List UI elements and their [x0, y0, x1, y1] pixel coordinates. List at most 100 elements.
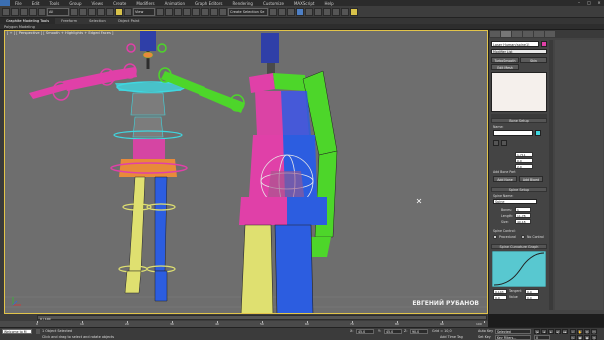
- schematic-view-icon[interactable]: [314, 7, 322, 16]
- menu-create[interactable]: Create: [108, 1, 131, 6]
- z-coordinate-field[interactable]: 90.0: [410, 329, 428, 334]
- window-crossing-icon[interactable]: [97, 7, 105, 16]
- render-setup-icon[interactable]: [332, 7, 340, 16]
- back-pelvis[interactable]: [119, 159, 177, 177]
- front-left-leg[interactable]: [240, 224, 274, 314]
- time-config-icon[interactable]: ◷: [591, 335, 597, 340]
- command-panel-scrollbar[interactable]: [549, 40, 553, 310]
- object-name-field[interactable]: Laser Human(spine1): [491, 41, 539, 47]
- x-coordinate-field[interactable]: 45.0: [356, 329, 374, 334]
- percent-snap-icon[interactable]: [201, 7, 209, 16]
- menu-help[interactable]: Help: [319, 1, 338, 6]
- orbit-icon[interactable]: ◎: [584, 329, 590, 334]
- graph-value-2[interactable]: 0.0: [525, 289, 539, 294]
- goto-start-icon[interactable]: |◂: [534, 329, 540, 334]
- bone-color-swatch[interactable]: [535, 130, 541, 136]
- select-manipulate-icon[interactable]: [165, 7, 173, 16]
- procedural-radio[interactable]: [493, 235, 497, 239]
- curvature-graph[interactable]: [492, 251, 546, 287]
- pivot-center-icon[interactable]: [156, 7, 164, 16]
- rendered-frame-icon[interactable]: [341, 7, 349, 16]
- menu-maxscript[interactable]: MAXScript: [289, 1, 320, 6]
- select-scale-icon[interactable]: [124, 7, 132, 16]
- graph-value-3[interactable]: 0.0: [493, 295, 507, 300]
- goto-end-icon[interactable]: ▸▸: [562, 329, 568, 334]
- maxscript-listener[interactable]: Welcome to M: [2, 329, 32, 334]
- edit-mesh-button[interactable]: Edit Mesh: [491, 64, 519, 70]
- field-of-view-icon[interactable]: ▷: [570, 335, 576, 340]
- menu-edit[interactable]: Edit: [27, 1, 45, 6]
- menu-views[interactable]: Views: [87, 1, 109, 6]
- zoom-extents-icon[interactable]: ▣: [577, 335, 583, 340]
- mirror-icon[interactable]: [269, 7, 277, 16]
- graph-value-4[interactable]: 0.0: [525, 295, 539, 300]
- perspective-viewport[interactable]: [ + ] [ Perspective ] [ Smooth + Highlig…: [4, 30, 488, 314]
- motion-tab-icon[interactable]: [523, 31, 533, 37]
- bone-setup-rollout[interactable]: Bone Setup: [491, 118, 547, 123]
- add-biped-button[interactable]: Add Biped: [519, 176, 543, 182]
- front-character-head[interactable]: [261, 33, 279, 63]
- length-spinner[interactable]: 11.78: [515, 213, 531, 218]
- front-right-hand[interactable]: [309, 237, 331, 257]
- auto-key-dropdown[interactable]: Selected: [495, 329, 531, 334]
- named-selection-dropdown[interactable]: Create Selection Se: [228, 7, 268, 16]
- select-by-name-icon[interactable]: [79, 7, 87, 16]
- menu-file[interactable]: File: [10, 1, 27, 6]
- bind-space-warp-icon[interactable]: [38, 7, 46, 16]
- maximize-viewport-icon[interactable]: □: [591, 329, 597, 334]
- key-filters-button[interactable]: Key Filters...: [495, 335, 531, 340]
- render-production-icon[interactable]: [350, 7, 358, 16]
- graphite-toggle-icon[interactable]: [296, 7, 304, 16]
- bones-spinner[interactable]: 1: [515, 207, 531, 212]
- back-left-arm[interactable]: [29, 63, 137, 101]
- menu-animation[interactable]: Animation: [160, 1, 190, 6]
- current-frame-field[interactable]: 0: [534, 335, 550, 340]
- front-right-leg[interactable]: [274, 224, 314, 314]
- link-icon[interactable]: [20, 7, 28, 16]
- bone-tool-icon-2[interactable]: [501, 140, 507, 146]
- spine-setup-rollout[interactable]: Spine Setup: [491, 187, 547, 192]
- snap-toggle-icon[interactable]: [183, 7, 191, 16]
- spine-name-field[interactable]: Spine: [493, 199, 537, 204]
- select-move-icon[interactable]: [106, 7, 114, 16]
- menu-customize[interactable]: Customize: [258, 1, 289, 6]
- rectangular-selection-icon[interactable]: [88, 7, 96, 16]
- zoom-icon[interactable]: ⌕: [570, 329, 576, 334]
- ribbon-subtab-polygon-modeling[interactable]: Polygon Modeling: [0, 25, 35, 29]
- play-icon[interactable]: ▸: [548, 329, 554, 334]
- menu-modifiers[interactable]: Modifiers: [131, 1, 159, 6]
- back-left-leg[interactable]: [118, 176, 152, 294]
- modify-tab-icon[interactable]: [501, 31, 511, 37]
- display-tab-icon[interactable]: [534, 31, 544, 37]
- auto-key-label[interactable]: Auto Key: [478, 329, 493, 333]
- back-character-neck-joint[interactable]: [142, 51, 154, 59]
- bone-tool-icon[interactable]: [493, 140, 499, 146]
- menu-tools[interactable]: Tools: [44, 1, 64, 6]
- bone-spinner-2[interactable]: 0.0: [515, 158, 533, 163]
- back-head-control[interactable]: [126, 43, 136, 53]
- set-key-label[interactable]: Set Key: [478, 335, 491, 339]
- size-spinner[interactable]: 40.18: [515, 219, 531, 224]
- unlink-icon[interactable]: [29, 7, 37, 16]
- layer-manager-icon[interactable]: [287, 7, 295, 16]
- angle-snap-icon[interactable]: [192, 7, 200, 16]
- bone-spinner-3[interactable]: 2.0: [515, 164, 533, 169]
- align-icon[interactable]: [278, 7, 286, 16]
- menu-graph-editors[interactable]: Graph Editors: [190, 1, 227, 6]
- selection-filter-dropdown[interactable]: All: [47, 7, 69, 16]
- no-control-radio[interactable]: [521, 235, 525, 239]
- walk-through-icon[interactable]: ◉: [584, 335, 590, 340]
- modifier-list-dropdown[interactable]: Modifier List: [491, 49, 547, 54]
- bone-spinner-1[interactable]: 1.711: [515, 152, 533, 157]
- keyboard-shortcut-icon[interactable]: [174, 7, 182, 16]
- menu-rendering[interactable]: Rendering: [228, 1, 258, 6]
- utilities-tab-icon[interactable]: [545, 31, 555, 37]
- back-right-leg[interactable]: [146, 176, 176, 302]
- select-object-icon[interactable]: [70, 7, 78, 16]
- undo-icon[interactable]: [2, 7, 10, 16]
- curve-editor-icon[interactable]: [305, 7, 313, 16]
- next-frame-icon[interactable]: ▸|: [555, 329, 561, 334]
- bone-name-field[interactable]: [493, 130, 533, 136]
- spine-curvature-rollout[interactable]: Spine Curvature Graph: [491, 244, 547, 249]
- spinner-snap-icon[interactable]: [210, 7, 218, 16]
